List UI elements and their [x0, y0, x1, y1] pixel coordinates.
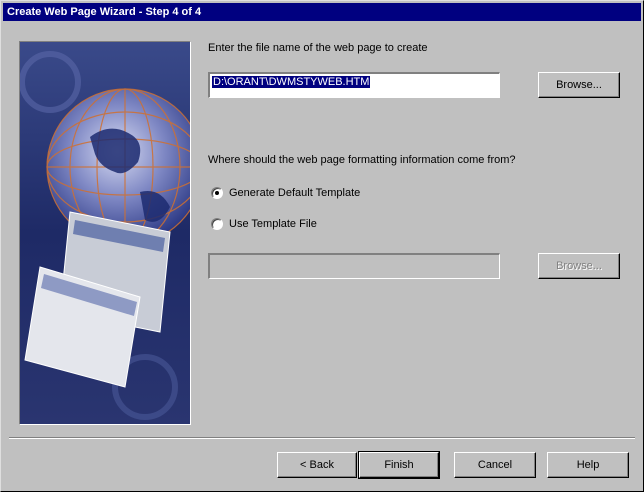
template-browse-button-label: Browse... [556, 260, 602, 272]
back-button[interactable]: < Back [277, 452, 357, 478]
wizard-illustration [19, 41, 191, 425]
finish-button-label: Finish [384, 459, 414, 471]
template-file-input[interactable] [208, 253, 500, 279]
radio-generate-default-indicator[interactable] [211, 187, 223, 199]
footer-separator [9, 437, 635, 439]
back-button-label: < Back [300, 459, 334, 471]
radio-use-template-indicator[interactable] [211, 218, 223, 230]
radio-generate-default-template[interactable]: Generate Default Template [211, 187, 360, 199]
title-bar[interactable]: Create Web Page Wizard - Step 4 of 4 [3, 3, 641, 21]
cancel-button-label: Cancel [477, 459, 513, 471]
radio-use-template-file[interactable]: Use Template File [211, 218, 317, 230]
filename-value: D:\ORANT\DWMSTYWEB.HTM [212, 76, 371, 88]
cancel-button[interactable]: Cancel [454, 452, 536, 478]
browse-button[interactable]: Browse... [538, 72, 620, 98]
wizard-window: Create Web Page Wizard - Step 4 of 4 Ent… [0, 0, 644, 492]
window-title: Create Web Page Wizard - Step 4 of 4 [7, 6, 202, 18]
help-button[interactable]: Help [547, 452, 629, 478]
filename-prompt: Enter the file name of the web page to c… [208, 42, 428, 54]
template-browse-button[interactable]: Browse... [538, 253, 620, 279]
radio-generate-default-label: Generate Default Template [229, 187, 361, 199]
filename-input[interactable]: D:\ORANT\DWMSTYWEB.HTM [208, 72, 500, 98]
finish-button[interactable]: Finish [358, 451, 440, 479]
globe-windows-illustration [20, 42, 190, 424]
radio-use-template-label: Use Template File [229, 218, 317, 230]
help-button-label: Help [576, 459, 600, 471]
browse-button-label: Browse... [556, 79, 602, 91]
formatting-question: Where should the web page formatting inf… [208, 154, 516, 166]
